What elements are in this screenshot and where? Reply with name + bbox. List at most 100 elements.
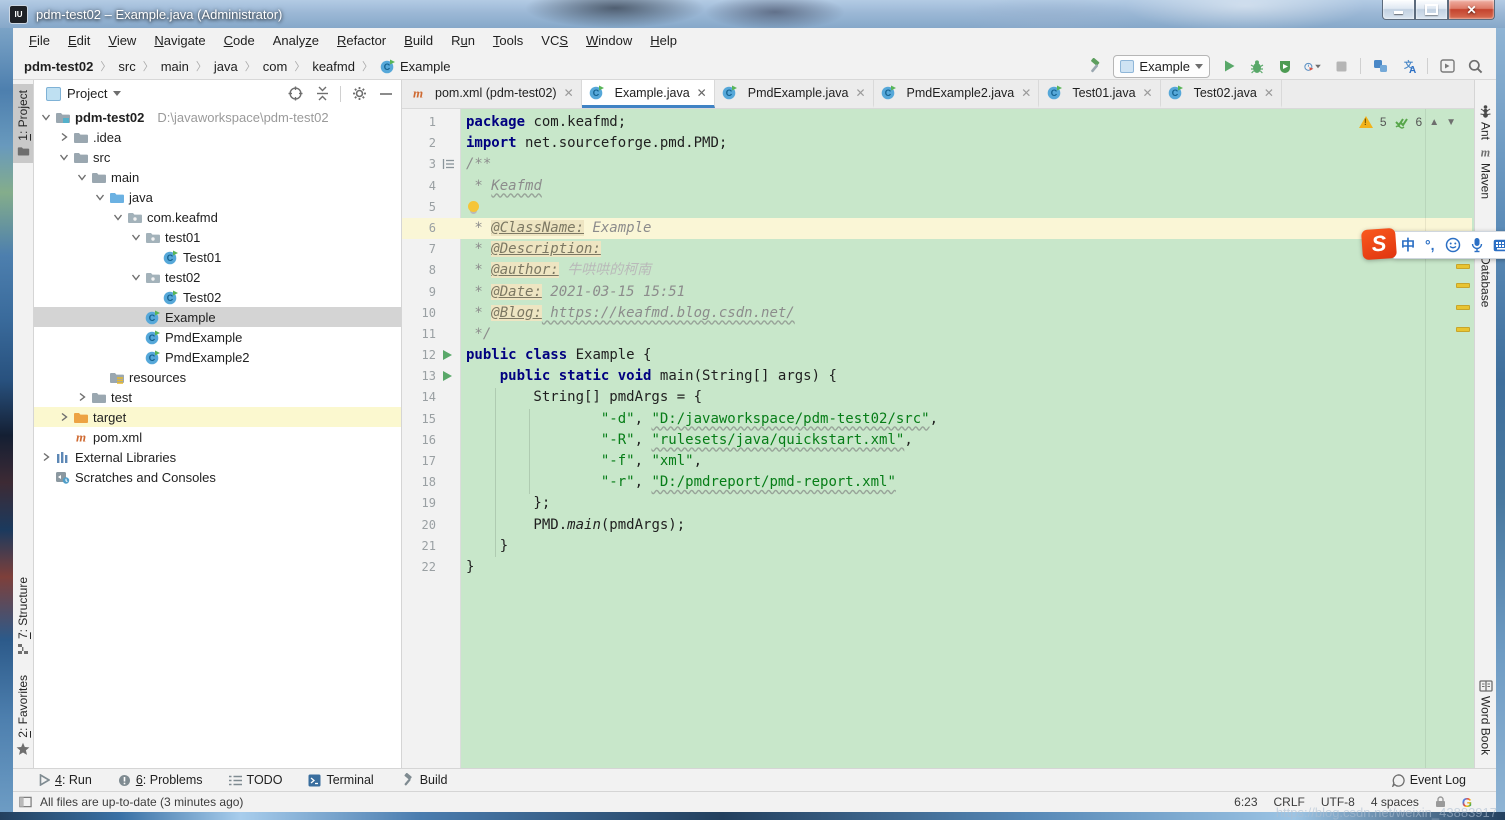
toolwindow-button-maven[interactable]: mMaven [1475, 146, 1496, 199]
code-text[interactable]: } [460, 557, 1472, 578]
translate-g-icon[interactable]: G [1462, 795, 1472, 810]
sogou-logo-icon[interactable]: S [1361, 228, 1397, 260]
code-text[interactable]: public class Example { [460, 345, 1472, 366]
chevron-right-icon[interactable] [56, 129, 72, 145]
breadcrumb-item-keafmd[interactable]: keafmd [309, 59, 358, 74]
caret-position[interactable]: 6:23 [1234, 795, 1257, 809]
code-text[interactable]: * @author: 牛哄哄的柯南 [460, 260, 1472, 281]
doc-render-icon[interactable] [442, 158, 454, 170]
menu-item-build[interactable]: Build [395, 30, 442, 51]
menu-item-refactor[interactable]: Refactor [328, 30, 395, 51]
collapse-all-icon[interactable] [313, 85, 331, 103]
tree-item-external-libraries[interactable]: External Libraries [34, 447, 401, 467]
chevron-down-icon[interactable] [92, 189, 108, 205]
tree-item-test02[interactable]: CTest02 [34, 287, 401, 307]
menu-item-edit[interactable]: Edit [59, 30, 99, 51]
tree-item-test[interactable]: test [34, 387, 401, 407]
settings-gear-icon[interactable] [350, 85, 368, 103]
editor-tab-pmdexample.java[interactable]: CPmdExample.java✕ [715, 80, 874, 108]
breadcrumb-item-src[interactable]: src [115, 59, 138, 74]
run-line-icon[interactable] [443, 371, 452, 381]
breadcrumb-item-com[interactable]: com [260, 59, 291, 74]
code-text[interactable]: */ [460, 324, 1472, 345]
code-text[interactable]: public static void main(String[] args) { [460, 366, 1472, 387]
menu-item-file[interactable]: File [20, 30, 59, 51]
menu-item-navigate[interactable]: Navigate [145, 30, 214, 51]
code-text[interactable]: * @ClassName: Example [460, 218, 1472, 239]
editor-tab-example.java[interactable]: CExample.java✕ [582, 80, 715, 108]
toolwindow-button-build[interactable]: Build [400, 773, 448, 787]
project-structure-icon[interactable] [1371, 57, 1389, 75]
warning-stripe-mark[interactable] [1456, 305, 1470, 310]
code-text[interactable]: * @Blog: https://keafmd.blog.csdn.net/ [460, 303, 1472, 324]
stop-icon[interactable] [1332, 57, 1350, 75]
tree-item-test02[interactable]: test02 [34, 267, 401, 287]
code-text[interactable]: * @Description: [460, 239, 1472, 260]
chevron-down-icon[interactable] [110, 209, 126, 225]
tab-close-icon[interactable]: ✕ [1021, 86, 1031, 100]
tree-item-pmdexample2[interactable]: CPmdExample2 [34, 347, 401, 367]
menu-item-help[interactable]: Help [641, 30, 686, 51]
breadcrumb-item-Example[interactable]: CExample [377, 59, 454, 74]
toolwindow-button-1-project[interactable]: 1: Project [13, 84, 33, 163]
ime-emoji-icon[interactable] [1445, 237, 1461, 253]
tree-item-com.keafmd[interactable]: com.keafmd [34, 207, 401, 227]
ime-voice-icon[interactable] [1471, 237, 1483, 253]
tree-item-example[interactable]: CExample [34, 307, 401, 327]
tree-item-java[interactable]: java [34, 187, 401, 207]
inspections-widget[interactable]: 5 6 ▲ ▼ [1359, 115, 1456, 129]
coverage-icon[interactable] [1276, 57, 1294, 75]
warning-stripe-mark[interactable] [1456, 283, 1470, 288]
toolwindow-button-todo[interactable]: TODO [229, 773, 283, 787]
run-anything-icon[interactable] [1438, 57, 1456, 75]
code-text[interactable]: PMD.main(pmdArgs); [460, 515, 1472, 536]
code-text[interactable]: * Keafmd [460, 176, 1472, 197]
tab-close-icon[interactable]: ✕ [564, 86, 574, 100]
editor-tab-test02.java[interactable]: CTest02.java✕ [1161, 80, 1282, 108]
menu-item-analyze[interactable]: Analyze [264, 30, 328, 51]
tab-close-icon[interactable]: ✕ [697, 86, 707, 100]
chevron-right-icon[interactable] [56, 409, 72, 425]
next-problem-icon[interactable]: ▼ [1446, 117, 1456, 128]
event-log-button[interactable]: Event Log [1392, 773, 1466, 787]
hide-panel-icon[interactable] [377, 85, 395, 103]
menu-item-tools[interactable]: Tools [484, 30, 532, 51]
chevron-down-icon[interactable] [38, 109, 54, 125]
tree-item-src[interactable]: src [34, 147, 401, 167]
editor-tab-test01.java[interactable]: CTest01.java✕ [1039, 80, 1160, 108]
chevron-right-icon[interactable] [74, 389, 90, 405]
menu-item-run[interactable]: Run [442, 30, 484, 51]
tree-item-pom.xml[interactable]: mpom.xml [34, 427, 401, 447]
code-text[interactable]: }; [460, 493, 1472, 514]
tab-close-icon[interactable]: ✕ [855, 86, 865, 100]
tree-item-pmdexample[interactable]: CPmdExample [34, 327, 401, 347]
debug-icon[interactable] [1248, 57, 1266, 75]
chevron-down-icon[interactable] [128, 269, 144, 285]
menu-item-view[interactable]: View [99, 30, 145, 51]
prev-problem-icon[interactable]: ▲ [1429, 117, 1439, 128]
ime-keyboard-icon[interactable] [1493, 239, 1505, 252]
readonly-lock-icon[interactable] [1435, 796, 1446, 808]
warning-stripe-mark[interactable] [1456, 264, 1470, 269]
menu-item-code[interactable]: Code [215, 30, 264, 51]
code-text[interactable] [460, 197, 1472, 218]
toolwindow-toggle-icon[interactable] [19, 796, 32, 808]
chevron-down-icon[interactable] [56, 149, 72, 165]
tree-item-scratches-and-consoles[interactable]: Scratches and Consoles [34, 467, 401, 487]
code-text[interactable]: "-f", "xml", [460, 451, 1472, 472]
search-everywhere-icon[interactable] [1466, 57, 1484, 75]
editor-tab-pmdexample2.java[interactable]: CPmdExample2.java✕ [874, 80, 1040, 108]
indent-setting[interactable]: 4 spaces [1371, 795, 1419, 809]
translate-icon[interactable]: 文A [1399, 57, 1417, 75]
tree-item-test01[interactable]: test01 [34, 227, 401, 247]
code-text[interactable]: "-R", "rulesets/java/quickstart.xml", [460, 430, 1472, 451]
warning-stripe-mark[interactable] [1456, 327, 1470, 332]
tab-close-icon[interactable]: ✕ [1264, 86, 1274, 100]
menu-item-window[interactable]: Window [577, 30, 641, 51]
tree-item-target[interactable]: target [34, 407, 401, 427]
tree-item-pdm-test02[interactable]: pdm-test02D:\javaworkspace\pdm-test02 [34, 107, 401, 127]
project-view-selector[interactable]: Project [40, 86, 121, 101]
tree-item-main[interactable]: main [34, 167, 401, 187]
close-button[interactable]: ✕ [1448, 0, 1495, 20]
ime-chinese-mode-icon[interactable]: 中 [1401, 235, 1415, 255]
